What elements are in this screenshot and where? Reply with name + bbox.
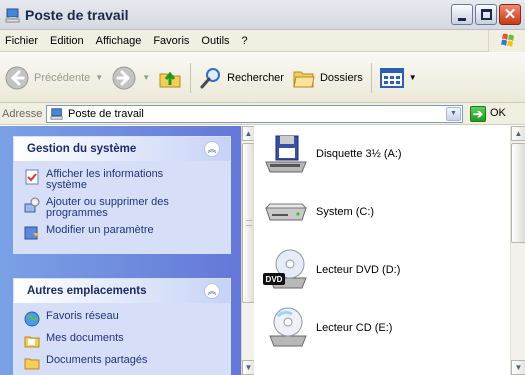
menu-bar: Fichier Edition Affichage Favoris Outils…: [0, 30, 525, 52]
drive-item[interactable]: System (C:): [262, 190, 374, 234]
task-pane-scrollbar[interactable]: ▲ ▼: [241, 126, 254, 375]
drive-label: Disquette 3½ (A:): [316, 148, 402, 160]
network-places-icon: [24, 311, 40, 327]
chevron-down-icon[interactable]: ▼: [95, 73, 103, 82]
window-title: Poste de travail: [25, 6, 129, 23]
other-places-title: Autres emplacements: [27, 285, 147, 297]
scroll-thumb[interactable]: [242, 143, 254, 303]
collapse-icon[interactable]: ︽: [204, 283, 220, 299]
scroll-thumb[interactable]: [511, 143, 525, 243]
menu-help[interactable]: ?: [236, 35, 254, 47]
folder-icon: [24, 333, 40, 349]
search-label: Rechercher: [227, 71, 284, 84]
minimize-button[interactable]: [451, 4, 473, 25]
add-remove-programs-icon: [24, 197, 40, 213]
dvd-drive-icon: DVD: [262, 248, 310, 292]
drive-label: Lecteur CD (E:): [316, 322, 393, 334]
task-add-remove-programs[interactable]: Ajouter ou supprimer des programmes: [24, 197, 220, 219]
control-panel-icon: [24, 225, 40, 241]
scroll-down-icon[interactable]: ▼: [242, 360, 254, 375]
search-icon: [200, 67, 221, 88]
menu-favoris[interactable]: Favoris: [147, 35, 195, 47]
task-change-setting[interactable]: Modifier un paramètre: [24, 225, 220, 241]
chevron-down-icon[interactable]: ▼: [142, 73, 150, 82]
address-value: Poste de travail: [68, 108, 144, 120]
folder-icon: [24, 355, 40, 371]
close-icon: ✕: [503, 6, 517, 23]
scroll-down-icon[interactable]: ▼: [511, 360, 525, 375]
forward-arrow-icon: [112, 66, 136, 89]
menu-affichage[interactable]: Affichage: [90, 35, 148, 47]
task-label: Modifier un paramètre: [46, 224, 154, 236]
task-label: Documents partagés: [46, 354, 148, 366]
back-button[interactable]: Précédente ▼: [0, 60, 107, 96]
address-input[interactable]: Poste de travail ▼: [46, 105, 463, 123]
system-tasks-header[interactable]: Gestion du système ︽: [14, 137, 230, 161]
chevron-down-icon[interactable]: ▼: [409, 73, 417, 82]
task-label: Mes documents: [46, 332, 124, 344]
drive-list: Disquette 3½ (A:) System (C:) DVD Lecteu…: [254, 126, 525, 375]
windows-logo-icon: [488, 30, 525, 52]
my-computer-icon: [5, 7, 21, 23]
menu-fichier[interactable]: Fichier: [0, 35, 44, 47]
title-bar[interactable]: Poste de travail ✕: [0, 0, 525, 30]
forward-button[interactable]: ▼: [107, 60, 154, 96]
collapse-icon[interactable]: ︽: [204, 141, 220, 157]
menu-outils[interactable]: Outils: [195, 35, 235, 47]
maximize-button[interactable]: [475, 4, 497, 25]
task-pane: Gestion du système ︽ Afficher les inform…: [0, 126, 254, 375]
hard-disk-icon: [262, 190, 310, 234]
other-places-panel: Autres emplacements ︽ Favoris réseau Mes…: [13, 278, 231, 375]
drive-label: Lecteur DVD (D:): [316, 264, 401, 276]
drive-item[interactable]: DVD Lecteur DVD (D:): [262, 248, 400, 292]
folders-icon: [293, 71, 315, 87]
scroll-up-icon[interactable]: ▲: [511, 126, 525, 141]
task-label-line2: programmes: [46, 207, 108, 219]
drive-label: System (C:): [316, 206, 375, 218]
go-arrow-icon[interactable]: ➔: [470, 106, 486, 122]
search-button[interactable]: Rechercher: [195, 60, 288, 96]
system-tasks-title: Gestion du système: [27, 143, 137, 155]
folders-label: Dossiers: [319, 71, 363, 84]
views-icon: [379, 67, 404, 88]
up-folder-icon: [159, 71, 181, 87]
toolbar: Précédente ▼ ▼ Rechercher Dossiers ▼: [0, 53, 525, 103]
drive-item[interactable]: Lecteur CD (E:): [262, 306, 392, 350]
back-arrow-icon: [5, 66, 29, 89]
drive-list-scrollbar[interactable]: ▲ ▼: [510, 126, 525, 375]
place-shared-documents[interactable]: Documents partagés: [24, 355, 220, 371]
address-bar: Adresse Poste de travail ▼ ➔ OK: [0, 103, 525, 125]
place-network[interactable]: Favoris réseau: [24, 311, 220, 327]
task-label: Favoris réseau: [46, 310, 119, 322]
task-label-line2: système: [46, 179, 87, 191]
folders-button[interactable]: Dossiers: [288, 60, 367, 96]
system-info-icon: [24, 169, 40, 185]
place-my-documents[interactable]: Mes documents: [24, 333, 220, 349]
cd-drive-icon: [262, 306, 310, 350]
system-tasks-panel: Gestion du système ︽ Afficher les inform…: [13, 136, 231, 254]
go-button[interactable]: OK: [490, 107, 506, 119]
toolbar-separator: [370, 62, 372, 93]
other-places-header[interactable]: Autres emplacements ︽: [14, 279, 230, 303]
my-computer-icon: [50, 107, 64, 121]
up-folder-button[interactable]: [154, 60, 186, 96]
floppy-drive-icon: [262, 132, 310, 176]
drive-item[interactable]: Disquette 3½ (A:): [262, 132, 402, 176]
svg-text:DVD: DVD: [266, 275, 283, 284]
maximize-icon: [481, 9, 492, 20]
address-dropdown-icon[interactable]: ▼: [446, 107, 461, 121]
back-label: Précédente: [34, 71, 91, 84]
minimize-icon: [458, 18, 466, 21]
address-label: Adresse: [2, 107, 43, 120]
menu-edition[interactable]: Edition: [44, 35, 90, 47]
toolbar-separator: [190, 62, 192, 93]
task-system-info[interactable]: Afficher les informations système: [24, 169, 220, 191]
views-button[interactable]: ▼: [376, 60, 421, 96]
close-button[interactable]: ✕: [499, 4, 521, 25]
scroll-up-icon[interactable]: ▲: [242, 126, 254, 141]
